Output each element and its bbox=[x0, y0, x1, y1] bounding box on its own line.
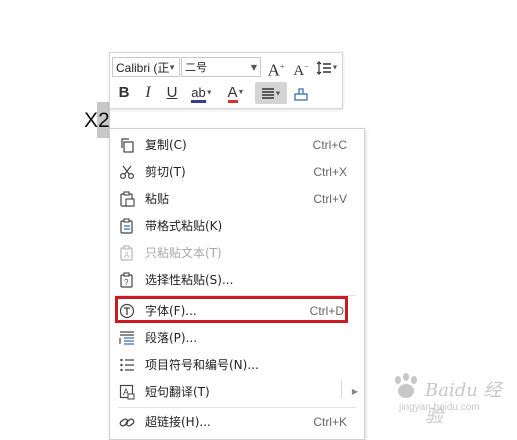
menu-item-label: 粘贴 bbox=[145, 192, 170, 206]
shrink-font-button[interactable]: A− bbox=[291, 56, 311, 79]
menu-item-paragraph[interactable]: 段落(P)... bbox=[110, 325, 364, 351]
menu-item-label: 带格式粘贴(K) bbox=[145, 219, 223, 233]
grow-font-button[interactable]: A+ bbox=[266, 56, 286, 80]
menu-item-label: 段落(P)... bbox=[145, 331, 198, 345]
menu-item-paste-with-format[interactable]: 带格式粘贴(K) bbox=[110, 213, 364, 239]
highlight-button[interactable]: ab▼ bbox=[186, 82, 218, 104]
font-color-icon: A bbox=[227, 84, 238, 103]
bold-button[interactable]: B bbox=[114, 82, 134, 104]
document-text[interactable]: X2 bbox=[84, 108, 110, 134]
menu-item-label: 只粘贴文本(T) bbox=[145, 246, 222, 260]
paste-format-icon bbox=[120, 218, 133, 234]
chevron-down-icon: ▼ bbox=[168, 63, 176, 72]
menu-separator bbox=[118, 407, 356, 408]
menu-item-hyperlink[interactable]: 超链接(H)... Ctrl+K bbox=[110, 409, 364, 435]
menu-item-paste-special[interactable]: ? 选择性粘贴(S)... bbox=[110, 267, 364, 293]
format-painter-icon bbox=[294, 87, 308, 101]
menu-item-cut[interactable]: 剪切(T) Ctrl+X bbox=[110, 159, 364, 185]
bullets-icon bbox=[120, 358, 134, 372]
line-spacing-icon bbox=[316, 60, 331, 75]
mini-toolbar: Calibri (正 ▼ 二号 ▼ A+ A− ▼ B I U ab▼ A▼ ▼ bbox=[109, 52, 343, 109]
font-color-button[interactable]: A▼ bbox=[223, 82, 249, 104]
chevron-down-icon: ▼ bbox=[331, 63, 339, 72]
menu-item-label: 选择性粘贴(S)... bbox=[145, 273, 234, 287]
format-painter-button[interactable] bbox=[290, 82, 312, 104]
menu-item-paste-text-only[interactable]: A 只粘贴文本(T) bbox=[110, 240, 364, 266]
italic-button[interactable]: I bbox=[138, 82, 158, 104]
menu-item-bullets-numbering[interactable]: 项目符号和编号(N)... bbox=[110, 352, 364, 378]
highlight-icon: ab bbox=[191, 86, 206, 103]
menu-item-shortcut: Ctrl+V bbox=[313, 192, 347, 206]
submenu-arrow-icon: ▶ bbox=[351, 387, 358, 396]
baidu-watermark: Baidu 经验 jingyan.baidu.com bbox=[385, 370, 515, 427]
translate-icon: A bbox=[119, 384, 135, 400]
paragraph-icon bbox=[119, 331, 134, 345]
menu-item-label: 复制(C) bbox=[145, 138, 187, 152]
menu-item-label: 短句翻译(T) bbox=[145, 385, 210, 399]
cut-icon bbox=[119, 165, 135, 180]
paste-text-icon: A bbox=[120, 245, 133, 261]
chevron-down-icon: ▼ bbox=[250, 63, 257, 72]
menu-item-label: 超链接(H)... bbox=[145, 415, 211, 429]
toolbar-row-top: Calibri (正 ▼ 二号 ▼ A+ A− ▼ bbox=[110, 55, 342, 81]
font-size-select[interactable]: 二号 ▼ bbox=[181, 57, 261, 77]
watermark-url: jingyan.baidu.com bbox=[399, 402, 480, 413]
menu-item-shortcut: Ctrl+C bbox=[312, 138, 347, 152]
paste-special-icon: ? bbox=[120, 272, 133, 288]
align-button[interactable]: ▼ bbox=[255, 82, 287, 104]
menu-item-shortcut: Ctrl+K bbox=[313, 415, 347, 429]
menu-item-copy[interactable]: 复制(C) Ctrl+C bbox=[110, 132, 364, 158]
underline-button[interactable]: U bbox=[162, 82, 182, 104]
menu-item-label: 项目符号和编号(N)... bbox=[145, 358, 259, 372]
svg-text:?: ? bbox=[124, 278, 129, 287]
menu-item-label: 剪切(T) bbox=[145, 165, 186, 179]
chevron-down-icon: ▼ bbox=[205, 89, 213, 97]
chevron-down-icon: ▼ bbox=[274, 89, 282, 98]
line-spacing-button[interactable]: ▼ bbox=[314, 56, 340, 78]
menu-item-paste[interactable]: 粘贴 Ctrl+V bbox=[110, 186, 364, 212]
annotation-highlight-box bbox=[115, 296, 348, 323]
toolbar-row-bottom: B I U ab▼ A▼ ▼ bbox=[110, 81, 342, 107]
align-center-icon bbox=[261, 87, 274, 99]
font-name-select[interactable]: Calibri (正 ▼ bbox=[112, 57, 180, 77]
svg-text:A: A bbox=[124, 251, 130, 260]
paw-logo-icon bbox=[395, 373, 417, 398]
paste-icon bbox=[120, 191, 135, 207]
chevron-down-icon: ▼ bbox=[237, 89, 245, 97]
copy-icon bbox=[121, 138, 134, 153]
context-menu: 复制(C) Ctrl+C 剪切(T) Ctrl+X 粘贴 Ctrl+V 带格式粘… bbox=[109, 128, 365, 440]
menu-item-translate[interactable]: A 短句翻译(T) ▶ bbox=[110, 379, 364, 405]
menu-item-shortcut: Ctrl+X bbox=[313, 165, 347, 179]
submenu-divider bbox=[341, 380, 342, 398]
